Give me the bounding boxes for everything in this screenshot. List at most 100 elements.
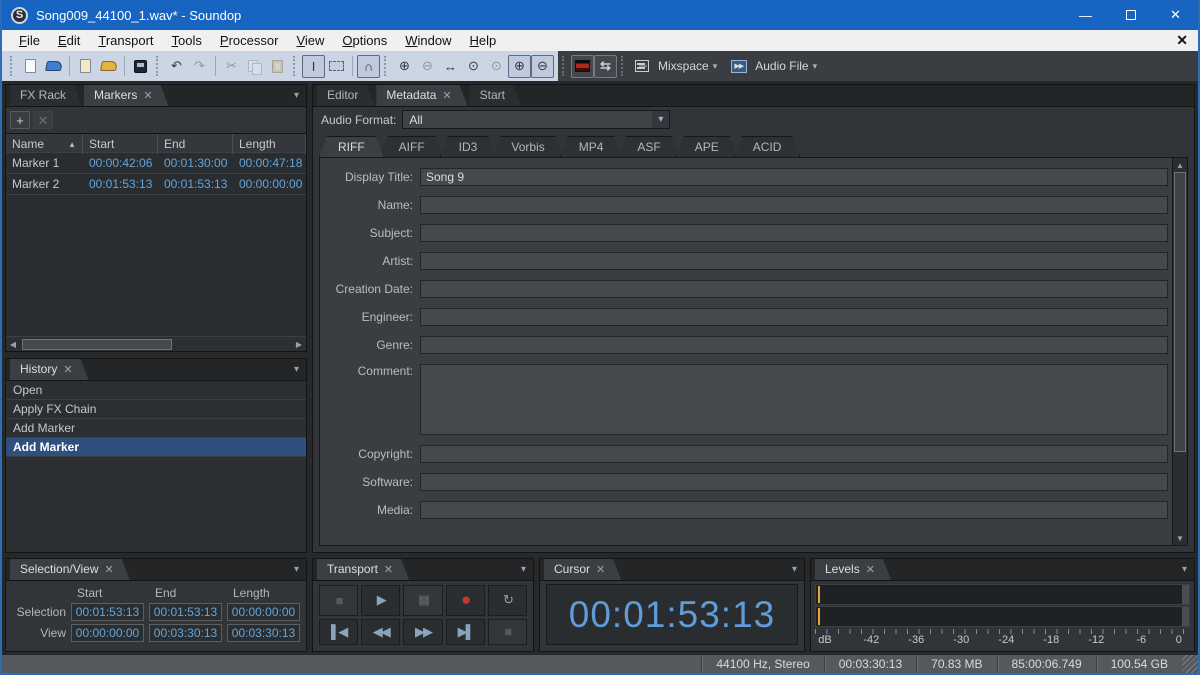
redo-button[interactable]: ↷ bbox=[188, 55, 211, 78]
tab-markers[interactable]: Markers✕ bbox=[84, 85, 169, 106]
tab-levels[interactable]: Levels✕ bbox=[815, 559, 891, 580]
maximize-button[interactable] bbox=[1108, 0, 1153, 30]
list-item-selected[interactable]: Add Marker bbox=[6, 438, 306, 457]
menu-help[interactable]: Help bbox=[460, 30, 505, 51]
cut-button[interactable]: ✂ bbox=[220, 55, 243, 78]
resize-grip[interactable] bbox=[1182, 655, 1198, 673]
menu-tools[interactable]: Tools bbox=[163, 30, 211, 51]
fit-width-button[interactable]: ↔ bbox=[439, 55, 462, 78]
selection-length-field[interactable]: 00:00:00:00 bbox=[227, 603, 300, 621]
menu-edit[interactable]: Edit bbox=[49, 30, 89, 51]
column-header-end[interactable]: End bbox=[158, 134, 233, 154]
stop-button[interactable]: ■ bbox=[319, 585, 358, 616]
audio-file-label[interactable]: Audio File bbox=[755, 59, 808, 73]
toolbar-grip[interactable] bbox=[10, 56, 15, 76]
tab-selection-view[interactable]: Selection/View✕ bbox=[10, 559, 130, 580]
go-to-start-button[interactable]: ▌◀ bbox=[319, 619, 358, 646]
tab-aiff[interactable]: AIFF bbox=[380, 136, 444, 157]
column-header-length[interactable]: Length bbox=[233, 134, 306, 154]
transport-panel-menu-icon[interactable]: ▾ bbox=[521, 564, 526, 575]
column-header-name[interactable]: Name▲ bbox=[6, 134, 83, 154]
zoom-reset-button[interactable]: ⊙ bbox=[485, 55, 508, 78]
menu-options[interactable]: Options bbox=[333, 30, 396, 51]
record-button[interactable]: ● bbox=[446, 585, 485, 616]
paste-button[interactable] bbox=[266, 55, 289, 78]
mixspace-label[interactable]: Mixspace bbox=[658, 59, 709, 73]
display-title-field[interactable] bbox=[420, 168, 1168, 186]
markers-panel-menu-icon[interactable]: ▾ bbox=[294, 90, 299, 101]
undo-button[interactable]: ↶ bbox=[165, 55, 188, 78]
fast-forward-button[interactable]: ▶▶ bbox=[403, 619, 442, 646]
subject-field[interactable] bbox=[420, 224, 1168, 242]
levels-panel-menu-icon[interactable]: ▾ bbox=[1182, 564, 1187, 575]
swap-channels-button[interactable]: ⇆ bbox=[594, 55, 617, 78]
minimize-button[interactable]: — bbox=[1063, 0, 1108, 30]
tab-fx-rack[interactable]: FX Rack bbox=[10, 85, 82, 106]
delete-marker-button[interactable]: ✕ bbox=[33, 111, 53, 129]
selection-end-field[interactable]: 00:01:53:13 bbox=[149, 603, 222, 621]
tab-markers-close-icon[interactable]: ✕ bbox=[143, 90, 152, 102]
loop-button[interactable]: ↻ bbox=[488, 585, 527, 616]
open-project-button[interactable] bbox=[97, 55, 120, 78]
media-field[interactable] bbox=[420, 501, 1168, 519]
toolbar-grip[interactable] bbox=[384, 56, 389, 76]
tab-start[interactable]: Start bbox=[470, 85, 521, 106]
mixspace-dropdown-icon[interactable]: ▾ bbox=[713, 61, 718, 72]
audio-format-select[interactable]: All ▾ bbox=[402, 110, 670, 129]
cursor-panel-menu-icon[interactable]: ▾ bbox=[792, 564, 797, 575]
tab-metadata[interactable]: Metadata✕ bbox=[376, 85, 467, 106]
tab-transport-close-icon[interactable]: ✕ bbox=[384, 564, 393, 576]
name-field[interactable] bbox=[420, 196, 1168, 214]
copyright-field[interactable] bbox=[420, 445, 1168, 463]
scrollbar-track[interactable] bbox=[20, 338, 292, 351]
view-end-field[interactable]: 00:03:30:13 bbox=[149, 624, 222, 642]
tab-history[interactable]: History✕ bbox=[10, 359, 89, 380]
save-button[interactable] bbox=[129, 55, 152, 78]
scrollbar-thumb[interactable] bbox=[22, 339, 172, 350]
tab-mp4[interactable]: MP4 bbox=[560, 136, 623, 157]
new-file-button[interactable] bbox=[19, 55, 42, 78]
rewind-button[interactable]: ◀◀ bbox=[361, 619, 400, 646]
copy-button[interactable] bbox=[243, 55, 266, 78]
scroll-right-icon[interactable]: ▶ bbox=[292, 340, 306, 349]
zoom-out-button[interactable]: ⊖ bbox=[531, 55, 554, 78]
audio-file-button[interactable]: ▶▶ bbox=[727, 55, 750, 78]
tab-ape[interactable]: APE bbox=[676, 136, 738, 157]
snap-button[interactable]: ∩ bbox=[357, 55, 380, 78]
table-row[interactable]: Marker 1 00:00:42:06 00:01:30:00 00:00:4… bbox=[6, 153, 306, 174]
view-start-field[interactable]: 00:00:00:00 bbox=[71, 624, 144, 642]
tab-history-close-icon[interactable]: ✕ bbox=[63, 364, 72, 376]
list-item[interactable]: Open bbox=[6, 381, 306, 400]
history-panel-menu-icon[interactable]: ▾ bbox=[294, 364, 299, 375]
list-item[interactable]: Add Marker bbox=[6, 419, 306, 438]
toolbar-grip[interactable] bbox=[293, 56, 298, 76]
selection-start-field[interactable]: 00:01:53:13 bbox=[71, 603, 144, 621]
creation-date-field[interactable] bbox=[420, 280, 1168, 298]
tab-id3[interactable]: ID3 bbox=[440, 136, 497, 157]
zoom-in-button[interactable]: ⊕ bbox=[508, 55, 531, 78]
ibeam-tool-button[interactable]: I bbox=[302, 55, 325, 78]
comment-field[interactable] bbox=[420, 364, 1168, 435]
artist-field[interactable] bbox=[420, 252, 1168, 270]
spectrum-view-button[interactable] bbox=[571, 55, 594, 78]
horizontal-scrollbar[interactable]: ◀ ▶ bbox=[6, 336, 306, 351]
tab-acid[interactable]: ACID bbox=[734, 136, 801, 157]
tab-transport[interactable]: Transport✕ bbox=[317, 559, 409, 580]
toolbar-grip[interactable] bbox=[621, 56, 626, 76]
toolbar-grip[interactable] bbox=[156, 56, 161, 76]
tab-asf[interactable]: ASF bbox=[618, 136, 679, 157]
close-button[interactable]: ✕ bbox=[1153, 0, 1198, 30]
stop-secondary-button[interactable]: ■ bbox=[488, 619, 527, 646]
tab-cursor[interactable]: Cursor✕ bbox=[544, 559, 621, 580]
menu-file[interactable]: File bbox=[10, 30, 49, 51]
column-header-start[interactable]: Start bbox=[83, 134, 158, 154]
tab-riff[interactable]: RIFF bbox=[319, 136, 384, 157]
marquee-tool-button[interactable] bbox=[325, 55, 348, 78]
tab-vorbis[interactable]: Vorbis bbox=[492, 136, 563, 157]
toolbar-grip[interactable] bbox=[562, 56, 567, 76]
vertical-scrollbar[interactable]: ▲ ▼ bbox=[1172, 158, 1187, 545]
new-project-button[interactable] bbox=[74, 55, 97, 78]
scrollbar-track[interactable] bbox=[1173, 172, 1187, 531]
play-button[interactable]: ▶ bbox=[361, 585, 400, 616]
menu-window[interactable]: Window bbox=[396, 30, 460, 51]
